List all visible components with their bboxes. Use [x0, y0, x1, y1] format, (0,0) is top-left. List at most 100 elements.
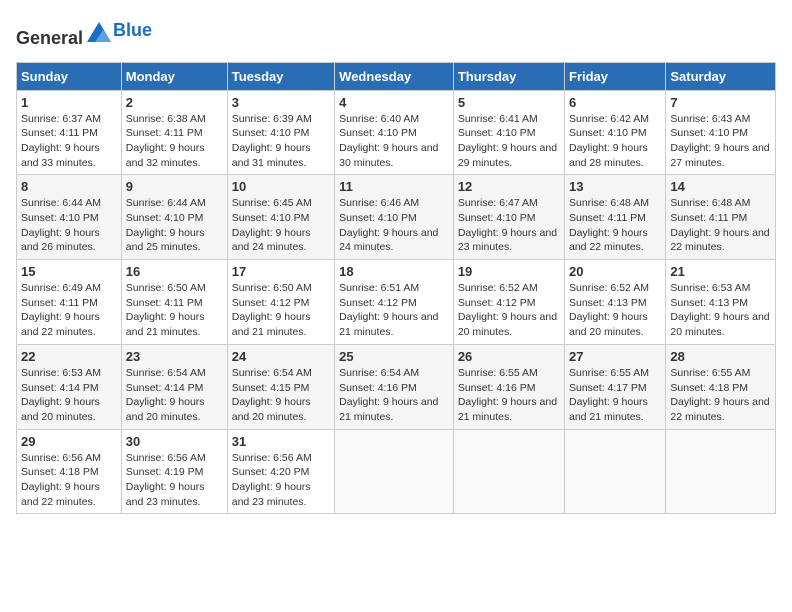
calendar-cell: 12 Sunrise: 6:47 AM Sunset: 4:10 PM Dayli… — [453, 175, 564, 260]
day-number: 7 — [670, 95, 771, 110]
day-info: Sunrise: 6:49 AM Sunset: 4:11 PM Dayligh… — [21, 281, 117, 340]
weekday-header-thursday: Thursday — [453, 62, 564, 90]
day-number: 31 — [232, 434, 330, 449]
calendar-cell: 28Sunrise: 6:55 AM Sunset: 4:18 PM Dayli… — [666, 344, 776, 429]
logo-icon — [85, 16, 113, 44]
day-info: Sunrise: 6:54 AM Sunset: 4:16 PM Dayligh… — [339, 366, 449, 425]
calendar-table: SundayMondayTuesdayWednesdayThursdayFrid… — [16, 62, 776, 515]
day-number: 2 — [126, 95, 223, 110]
day-number: 30 — [126, 434, 223, 449]
day-number: 25 — [339, 349, 449, 364]
calendar-cell: 18 Sunrise: 6:51 AM Sunset: 4:12 PM Dayli… — [335, 260, 454, 345]
calendar-cell: 21 Sunrise: 6:53 AM Sunset: 4:13 PM Dayli… — [666, 260, 776, 345]
calendar-cell: 7 Sunrise: 6:43 AM Sunset: 4:10 PM Daylig… — [666, 90, 776, 175]
day-info: Sunrise: 6:37 AM Sunset: 4:11 PM Dayligh… — [21, 112, 117, 171]
day-number: 11 — [339, 179, 449, 194]
calendar-cell: 17 Sunrise: 6:50 AM Sunset: 4:12 PM Dayli… — [227, 260, 334, 345]
day-info: Sunrise: 6:47 AM Sunset: 4:10 PM Dayligh… — [458, 196, 560, 255]
day-info: Sunrise: 6:48 AM Sunset: 4:11 PM Dayligh… — [670, 196, 771, 255]
day-info: Sunrise: 6:50 AM Sunset: 4:12 PM Dayligh… — [232, 281, 330, 340]
logo: General Blue — [16, 16, 152, 50]
day-number: 22 — [21, 349, 117, 364]
calendar-cell: 6 Sunrise: 6:42 AM Sunset: 4:10 PM Daylig… — [565, 90, 666, 175]
day-info: Sunrise: 6:56 AM Sunset: 4:20 PM Dayligh… — [232, 451, 330, 510]
day-number: 28 — [670, 349, 771, 364]
day-info: Sunrise: 6:44 AM Sunset: 4:10 PM Dayligh… — [126, 196, 223, 255]
day-number: 8 — [21, 179, 117, 194]
day-number: 14 — [670, 179, 771, 194]
calendar-cell — [453, 429, 564, 514]
calendar-cell: 2 Sunrise: 6:38 AM Sunset: 4:11 PM Daylig… — [121, 90, 227, 175]
day-info: Sunrise: 6:54 AM Sunset: 4:15 PM Dayligh… — [232, 366, 330, 425]
day-number: 10 — [232, 179, 330, 194]
calendar-cell: 20 Sunrise: 6:52 AM Sunset: 4:13 PM Dayli… — [565, 260, 666, 345]
day-number: 12 — [458, 179, 560, 194]
calendar-cell: 10 Sunrise: 6:45 AM Sunset: 4:10 PM Dayli… — [227, 175, 334, 260]
day-number: 29 — [21, 434, 117, 449]
day-number: 19 — [458, 264, 560, 279]
day-number: 15 — [21, 264, 117, 279]
calendar-week-3: 15 Sunrise: 6:49 AM Sunset: 4:11 PM Dayli… — [17, 260, 776, 345]
day-number: 24 — [232, 349, 330, 364]
day-info: Sunrise: 6:52 AM Sunset: 4:13 PM Dayligh… — [569, 281, 661, 340]
day-info: Sunrise: 6:54 AM Sunset: 4:14 PM Dayligh… — [126, 366, 223, 425]
day-info: Sunrise: 6:53 AM Sunset: 4:14 PM Dayligh… — [21, 366, 117, 425]
day-info: Sunrise: 6:45 AM Sunset: 4:10 PM Dayligh… — [232, 196, 330, 255]
calendar-cell: 3 Sunrise: 6:39 AM Sunset: 4:10 PM Daylig… — [227, 90, 334, 175]
day-info: Sunrise: 6:40 AM Sunset: 4:10 PM Dayligh… — [339, 112, 449, 171]
calendar-cell: 4 Sunrise: 6:40 AM Sunset: 4:10 PM Daylig… — [335, 90, 454, 175]
day-info: Sunrise: 6:52 AM Sunset: 4:12 PM Dayligh… — [458, 281, 560, 340]
calendar-cell: 26Sunrise: 6:55 AM Sunset: 4:16 PM Dayli… — [453, 344, 564, 429]
day-number: 9 — [126, 179, 223, 194]
day-info: Sunrise: 6:50 AM Sunset: 4:11 PM Dayligh… — [126, 281, 223, 340]
calendar-cell — [335, 429, 454, 514]
weekday-header-wednesday: Wednesday — [335, 62, 454, 90]
day-number: 5 — [458, 95, 560, 110]
calendar-cell: 1 Sunrise: 6:37 AM Sunset: 4:11 PM Daylig… — [17, 90, 122, 175]
calendar-cell: 22 Sunrise: 6:53 AM Sunset: 4:14 PM Dayli… — [17, 344, 122, 429]
day-number: 17 — [232, 264, 330, 279]
calendar-cell: 23 Sunrise: 6:54 AM Sunset: 4:14 PM Dayli… — [121, 344, 227, 429]
calendar-cell: 8Sunrise: 6:44 AM Sunset: 4:10 PM Daylig… — [17, 175, 122, 260]
day-number: 27 — [569, 349, 661, 364]
day-number: 23 — [126, 349, 223, 364]
day-number: 13 — [569, 179, 661, 194]
day-info: Sunrise: 6:39 AM Sunset: 4:10 PM Dayligh… — [232, 112, 330, 171]
day-number: 6 — [569, 95, 661, 110]
day-number: 16 — [126, 264, 223, 279]
day-number: 3 — [232, 95, 330, 110]
day-number: 21 — [670, 264, 771, 279]
day-number: 18 — [339, 264, 449, 279]
day-info: Sunrise: 6:51 AM Sunset: 4:12 PM Dayligh… — [339, 281, 449, 340]
day-info: Sunrise: 6:38 AM Sunset: 4:11 PM Dayligh… — [126, 112, 223, 171]
weekday-header-tuesday: Tuesday — [227, 62, 334, 90]
day-number: 4 — [339, 95, 449, 110]
calendar-cell: 29 Sunrise: 6:56 AM Sunset: 4:18 PM Dayli… — [17, 429, 122, 514]
logo-general: General — [16, 28, 83, 48]
calendar-cell: 16 Sunrise: 6:50 AM Sunset: 4:11 PM Dayli… — [121, 260, 227, 345]
weekday-header-monday: Monday — [121, 62, 227, 90]
day-info: Sunrise: 6:53 AM Sunset: 4:13 PM Dayligh… — [670, 281, 771, 340]
day-info: Sunrise: 6:41 AM Sunset: 4:10 PM Dayligh… — [458, 112, 560, 171]
weekday-header-friday: Friday — [565, 62, 666, 90]
calendar-cell: 24 Sunrise: 6:54 AM Sunset: 4:15 PM Dayli… — [227, 344, 334, 429]
calendar-cell: 9 Sunrise: 6:44 AM Sunset: 4:10 PM Daylig… — [121, 175, 227, 260]
day-info: Sunrise: 6:43 AM Sunset: 4:10 PM Dayligh… — [670, 112, 771, 171]
calendar-cell: 30 Sunrise: 6:56 AM Sunset: 4:19 PM Dayli… — [121, 429, 227, 514]
day-info: Sunrise: 6:56 AM Sunset: 4:18 PM Dayligh… — [21, 451, 117, 510]
logo-blue: Blue — [113, 20, 152, 40]
calendar-cell: 13Sunrise: 6:48 AM Sunset: 4:11 PM Dayli… — [565, 175, 666, 260]
day-info: Sunrise: 6:55 AM Sunset: 4:17 PM Dayligh… — [569, 366, 661, 425]
calendar-cell: 15 Sunrise: 6:49 AM Sunset: 4:11 PM Dayli… — [17, 260, 122, 345]
day-number: 26 — [458, 349, 560, 364]
page-header: General Blue — [16, 16, 776, 50]
day-info: Sunrise: 6:42 AM Sunset: 4:10 PM Dayligh… — [569, 112, 661, 171]
weekday-header-sunday: Sunday — [17, 62, 122, 90]
day-number: 1 — [21, 95, 117, 110]
calendar-week-5: 29 Sunrise: 6:56 AM Sunset: 4:18 PM Dayli… — [17, 429, 776, 514]
day-info: Sunrise: 6:56 AM Sunset: 4:19 PM Dayligh… — [126, 451, 223, 510]
calendar-cell: 11Sunrise: 6:46 AM Sunset: 4:10 PM Dayli… — [335, 175, 454, 260]
day-number: 20 — [569, 264, 661, 279]
calendar-cell: 14 Sunrise: 6:48 AM Sunset: 4:11 PM Dayli… — [666, 175, 776, 260]
calendar-cell: 27 Sunrise: 6:55 AM Sunset: 4:17 PM Dayli… — [565, 344, 666, 429]
